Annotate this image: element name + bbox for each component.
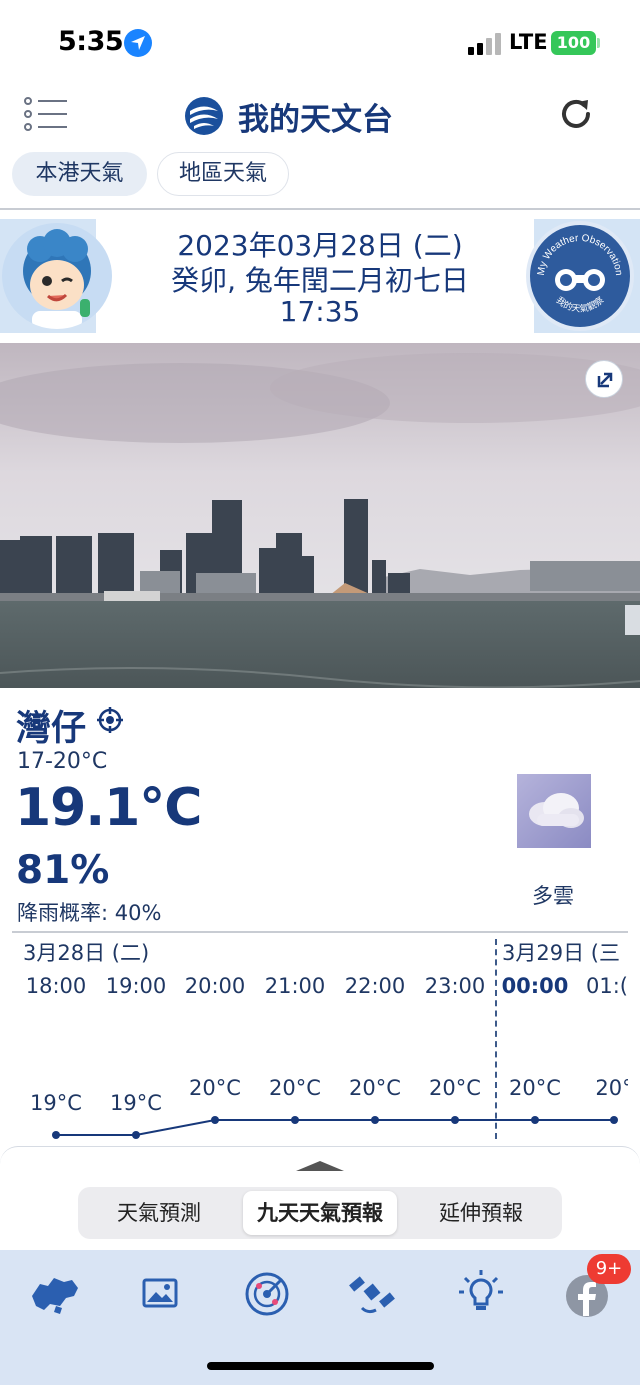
rain-probability: 降雨概率: 40% [17, 901, 162, 925]
satellite-icon[interactable] [342, 1266, 402, 1322]
temperature-range: 17-20°C [17, 749, 108, 774]
badge-text: My Weather Observation [536, 233, 624, 276]
status-bar: 5:35 LTE 100 [0, 0, 640, 84]
hour-temperature: 20°C [189, 1076, 241, 1100]
weather-condition: 多雲 [532, 884, 574, 908]
hk-map-icon[interactable] [26, 1266, 86, 1322]
hko-logo [185, 97, 223, 135]
svg-text:我的天氣觀察: 我的天氣觀察 [554, 294, 606, 315]
location-target-icon[interactable] [96, 706, 124, 734]
segment-extended-forecast[interactable]: 延伸預報 [404, 1191, 558, 1235]
refresh-icon[interactable] [556, 94, 596, 134]
date-panel: 2023年03月28日 (二) 癸卯, 兔年閏二月初七日 17:35 My We… [0, 219, 640, 333]
badge-subtext: 我的天氣觀察 [554, 294, 606, 315]
lunar-date: 癸卯, 兔年閏二月初七日 [171, 264, 469, 297]
temperature-point [132, 1131, 140, 1139]
temperature-point [291, 1116, 299, 1124]
location-name: 灣仔 [16, 709, 87, 749]
temperature-point [451, 1116, 459, 1124]
menu-icon[interactable] [24, 96, 68, 132]
segment-weather-forecast[interactable]: 天氣預測 [82, 1191, 236, 1235]
svg-text:My Weather Observation: My Weather Observation [536, 233, 624, 276]
hour-temperature: 20° [595, 1076, 628, 1100]
cloudy-icon [517, 774, 591, 848]
hour-temperature: 20°C [269, 1076, 321, 1100]
tips-bulb-icon[interactable] [451, 1266, 511, 1322]
relative-humidity: 81% [16, 848, 110, 893]
expand-icon[interactable] [585, 360, 623, 398]
gregorian-date: 2023年03月28日 (二) [177, 229, 463, 262]
location-arrow-icon [124, 29, 152, 57]
chevron-up-icon[interactable] [296, 1159, 344, 1171]
hour-temperature: 20°C [349, 1076, 401, 1100]
hourly-forecast[interactable]: 3月28日 (二) 3月29日 (三 18:00 19:00 20:00 21:… [12, 931, 628, 1146]
temperature-line [56, 1119, 614, 1136]
app-header: 我的天文台 [0, 84, 640, 146]
notification-badge: 9+ [587, 1254, 631, 1284]
app-title: 我的天文台 [238, 102, 393, 138]
network-label: LTE [509, 30, 548, 54]
battery-tip [597, 38, 600, 48]
forecast-sheet[interactable]: 天氣預測 九天天氣預報 延伸預報 [0, 1146, 640, 1250]
battery-icon: 100 [551, 31, 596, 55]
temperature-point [531, 1116, 539, 1124]
update-time: 17:35 [279, 295, 361, 328]
home-indicator [207, 1362, 434, 1370]
temperature-point [371, 1116, 379, 1124]
temperature-point [211, 1116, 219, 1124]
tab-divider [0, 208, 640, 210]
my-weather-observation-badge[interactable]: My Weather Observation 我的天氣觀察 [526, 221, 634, 331]
status-time: 5:35 [58, 26, 124, 57]
temperature-point [610, 1116, 618, 1124]
segment-nine-day-forecast[interactable]: 九天天氣預報 [243, 1191, 397, 1235]
mascot-avatar[interactable] [2, 223, 112, 329]
hour-temperature: 20°C [429, 1076, 481, 1100]
tab-district-weather[interactable]: 地區天氣 [157, 152, 289, 196]
gallery-icon[interactable] [130, 1266, 190, 1322]
signal-icon [468, 33, 502, 55]
hour-temperature: 19°C [30, 1091, 82, 1115]
radar-icon[interactable] [237, 1266, 297, 1322]
temperature-point [52, 1131, 60, 1139]
hour-temperature: 20°C [509, 1076, 561, 1100]
harbour-webcam-image[interactable] [0, 343, 640, 688]
current-temperature: 19.1°C [15, 778, 202, 838]
forecast-segmented-control: 天氣預測 九天天氣預報 延伸預報 [78, 1187, 562, 1239]
tab-hk-weather[interactable]: 本港天氣 [12, 152, 147, 196]
hour-temperature: 19°C [110, 1091, 162, 1115]
